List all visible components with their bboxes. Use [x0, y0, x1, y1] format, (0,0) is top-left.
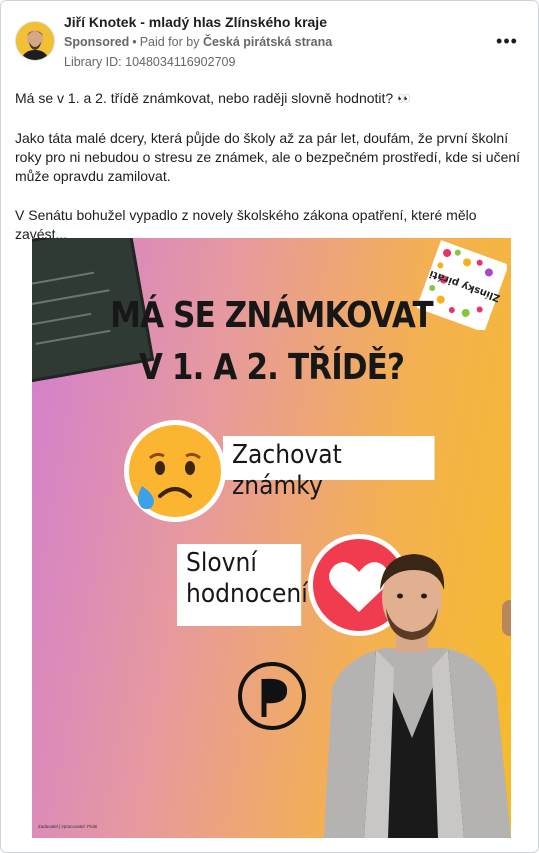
payer-link[interactable]: Česká pirátská strana — [203, 35, 332, 49]
paid-for-label: Paid for by — [139, 35, 200, 49]
ad-post-card: Jiří Knotek - mladý hlas Zlínského kraje… — [0, 0, 539, 853]
ad-image[interactable]: Zlínsky piráti MÁ SE ZNÁMKOVAT V 1. A 2.… — [32, 238, 511, 838]
headline-line-1: MÁ SE ZNÁMKOVAT — [110, 295, 433, 336]
post-paragraph-1: Má se v 1. a 2. třídě známkovat, nebo ra… — [15, 90, 411, 106]
author-avatar[interactable] — [15, 21, 55, 61]
candidate-photo — [314, 538, 511, 838]
pirate-party-logo-icon — [237, 661, 307, 731]
more-dots-icon[interactable]: ••• — [494, 31, 520, 51]
separator-dot: • — [132, 35, 137, 49]
cropped-hand — [502, 600, 511, 636]
headline-line-2: V 1. A 2. TŘÍDĚ? — [138, 347, 405, 388]
author-name[interactable]: Jiří Knotek - mladý hlas Zlínského kraje — [64, 14, 327, 30]
library-id: Library ID: 1048034116902709 — [64, 55, 236, 69]
ad-footer-credit: Zadavatel | zpracovatel: Piráti — [38, 824, 98, 829]
sponsor-line: Sponsored • Paid for by Česká pirátská str… — [64, 35, 332, 49]
option-keep-grades: Zachovat známky — [223, 436, 435, 501]
post-paragraph-2: Jako táta malé dcery, která půjde do ško… — [15, 130, 521, 184]
eyes-emoji-icon: 👀 — [397, 93, 411, 105]
sponsored-label: Sponsored — [64, 35, 130, 49]
ad-headline: MÁ SE ZNÁMKOVAT V 1. A 2. TŘÍDĚ? — [66, 290, 478, 394]
option-verbal-evaluation: Slovní hodnocení — [177, 544, 308, 626]
sad-face-icon — [120, 416, 230, 526]
